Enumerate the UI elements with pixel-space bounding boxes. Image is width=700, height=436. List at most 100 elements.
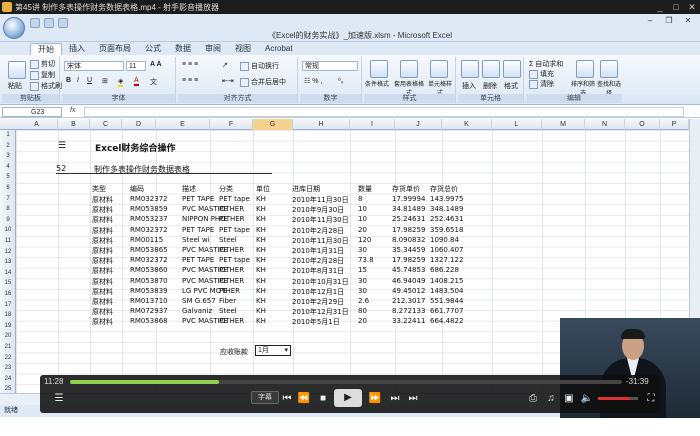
excel-close-icon[interactable]: ✕ (680, 16, 696, 26)
row-header-23[interactable]: 23 (0, 365, 16, 371)
receivable-dropdown[interactable]: 1月 ▾ (255, 345, 291, 356)
fill-color-icon[interactable]: ◈ (118, 77, 124, 87)
row-header-11[interactable]: 11 (0, 238, 16, 244)
orientation-icon[interactable]: ↗ (222, 61, 228, 69)
column-header-a[interactable]: A (16, 119, 58, 130)
row-header-22[interactable]: 22 (0, 355, 16, 361)
capture-icon[interactable]: ⎙ (526, 392, 540, 406)
row-header-15[interactable]: 15 (0, 280, 16, 286)
maximize-icon[interactable]: □ (668, 2, 684, 12)
row-header-12[interactable]: 12 (0, 249, 16, 255)
row-header-4[interactable]: 4 (0, 164, 16, 170)
row-header-18[interactable]: 18 (0, 312, 16, 318)
conditional-format-button[interactable]: 条件格式 (365, 79, 389, 88)
row-header-8[interactable]: 8 (0, 206, 16, 212)
close-icon[interactable]: ✕ (684, 2, 700, 13)
wrap-text-button[interactable]: 自动换行 (240, 61, 279, 71)
forward-icon[interactable]: ⏩ (368, 392, 382, 406)
undo-icon[interactable] (44, 18, 54, 28)
audio-icon[interactable]: ♫ (544, 392, 558, 406)
tab-review[interactable]: 审阅 (198, 43, 228, 55)
currency-icon[interactable]: ☷ % , (304, 77, 322, 85)
row-header-2[interactable]: 2 (0, 143, 16, 149)
column-header-d[interactable]: D (122, 119, 156, 130)
playlist-icon[interactable]: ☰ (52, 392, 66, 406)
font-name-select[interactable]: 宋体 (64, 61, 124, 71)
grow-font-icon[interactable]: A A (150, 61, 162, 68)
conditional-format-icon[interactable] (370, 60, 388, 78)
column-header-p[interactable]: P (660, 119, 689, 130)
row-header-9[interactable]: 9 (0, 217, 16, 223)
rewind-icon[interactable]: ⏪ (297, 392, 311, 406)
merge-center-button[interactable]: 合并后居中 (240, 77, 286, 87)
column-header-j[interactable]: J (395, 119, 442, 130)
border-icon[interactable]: ⊞ (102, 77, 108, 85)
column-header-l[interactable]: L (492, 119, 542, 130)
fill-button[interactable]: 填充 (529, 69, 554, 79)
row-header-3[interactable]: 3 (0, 153, 16, 159)
tab-data[interactable]: 数据 (168, 43, 198, 55)
font-size-select[interactable]: 11 (126, 61, 146, 71)
insert-cells-icon[interactable] (461, 60, 479, 78)
function-icon[interactable]: fx (70, 107, 80, 114)
column-header-o[interactable]: O (625, 119, 660, 130)
column-header-f[interactable]: F (210, 119, 253, 130)
row-header-6[interactable]: 6 (0, 185, 16, 191)
excel-restore-icon[interactable]: ❐ (661, 16, 677, 26)
row-header-13[interactable]: 13 (0, 259, 16, 265)
underline-icon[interactable]: U (87, 77, 92, 84)
column-header-k[interactable]: K (442, 119, 492, 130)
column-header-g[interactable]: G (253, 119, 293, 130)
row-header-7[interactable]: 7 (0, 196, 16, 202)
office-button[interactable] (3, 17, 25, 39)
bold-icon[interactable]: B (66, 77, 71, 84)
clear-button[interactable]: 清除 (529, 79, 554, 89)
play-icon[interactable]: ▶ (334, 389, 362, 407)
row-header-17[interactable]: 17 (0, 302, 16, 308)
column-header-n[interactable]: N (585, 119, 625, 130)
tab-home[interactable]: 开始 (30, 43, 62, 55)
align-top-icon[interactable]: ≡ ≡ ≡ (182, 61, 198, 68)
pip-icon[interactable]: ▣ (562, 392, 576, 406)
row-header-5[interactable]: 5 (0, 174, 16, 180)
format-painter-button[interactable]: 格式刷 (30, 81, 62, 91)
row-header-21[interactable]: 21 (0, 344, 16, 350)
redo-icon[interactable] (58, 18, 68, 28)
tab-formulas[interactable]: 公式 (138, 43, 168, 55)
minimize-icon[interactable]: _ (652, 2, 668, 12)
step-icon[interactable]: ⏭ (406, 392, 420, 406)
delete-cells-icon[interactable] (482, 60, 500, 78)
stop-icon[interactable]: ■ (316, 392, 330, 406)
indent-icon[interactable]: ⇤⇥ (222, 77, 234, 85)
dropdown-arrow-icon[interactable]: ▾ (284, 346, 288, 356)
column-header-e[interactable]: E (156, 119, 210, 130)
column-header-b[interactable]: B (58, 119, 90, 130)
prev-icon[interactable]: ⏮ (280, 392, 294, 406)
decimal-icon[interactable]: ⁰₀ (338, 77, 344, 85)
italic-icon[interactable]: I (77, 77, 79, 84)
tab-page-layout[interactable]: 页面布局 (92, 43, 138, 55)
tab-acrobat[interactable]: Acrobat (258, 43, 300, 55)
tab-insert[interactable]: 插入 (62, 43, 92, 55)
sort-filter-icon[interactable] (576, 60, 594, 78)
column-header-h[interactable]: H (293, 119, 350, 130)
volume-icon[interactable]: 🔈 (580, 392, 594, 406)
row-header-25[interactable]: 25 (0, 386, 16, 392)
row-header-14[interactable]: 14 (0, 270, 16, 276)
paste-icon[interactable] (8, 61, 26, 79)
row-header-24[interactable]: 24 (0, 376, 16, 382)
font-color-icon[interactable]: A (134, 77, 139, 86)
align-left-icon[interactable]: ≡ ≡ ≡ (182, 77, 198, 84)
column-header-m[interactable]: M (542, 119, 585, 130)
format-cells-button[interactable]: 格式 (504, 81, 518, 91)
find-select-icon[interactable] (600, 60, 618, 78)
row-header-20[interactable]: 20 (0, 333, 16, 339)
save-icon[interactable] (30, 18, 40, 28)
cut-button[interactable]: 剪切 (30, 59, 55, 69)
delete-cells-button[interactable]: 删除 (483, 81, 497, 91)
column-header-i[interactable]: I (350, 119, 395, 130)
format-as-table-icon[interactable] (400, 60, 418, 78)
row-header-19[interactable]: 19 (0, 323, 16, 329)
number-format-select[interactable]: 常规 (302, 61, 358, 71)
tab-view[interactable]: 视图 (228, 43, 258, 55)
